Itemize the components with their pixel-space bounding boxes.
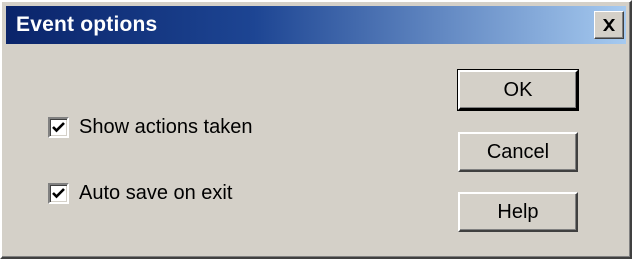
- dialog-title: Event options: [16, 13, 158, 36]
- show-actions-taken-option[interactable]: Show actions taken: [48, 116, 252, 139]
- auto-save-on-exit-option[interactable]: Auto save on exit: [48, 182, 232, 205]
- ok-button[interactable]: OK: [457, 69, 579, 111]
- show-actions-taken-checkbox[interactable]: [48, 117, 69, 138]
- event-options-dialog: Event options Show actions taken Auto sa…: [0, 0, 632, 259]
- auto-save-on-exit-checkbox[interactable]: [48, 183, 69, 204]
- checkmark-icon: [52, 188, 65, 199]
- checkmark-icon: [52, 122, 65, 133]
- show-actions-taken-label: Show actions taken: [79, 116, 253, 138]
- auto-save-on-exit-label: Auto save on exit: [79, 182, 233, 204]
- cancel-button[interactable]: Cancel: [458, 132, 578, 172]
- close-button[interactable]: [594, 11, 624, 39]
- help-button[interactable]: Help: [458, 192, 578, 232]
- title-bar[interactable]: Event options: [6, 6, 626, 44]
- close-icon: [603, 19, 615, 31]
